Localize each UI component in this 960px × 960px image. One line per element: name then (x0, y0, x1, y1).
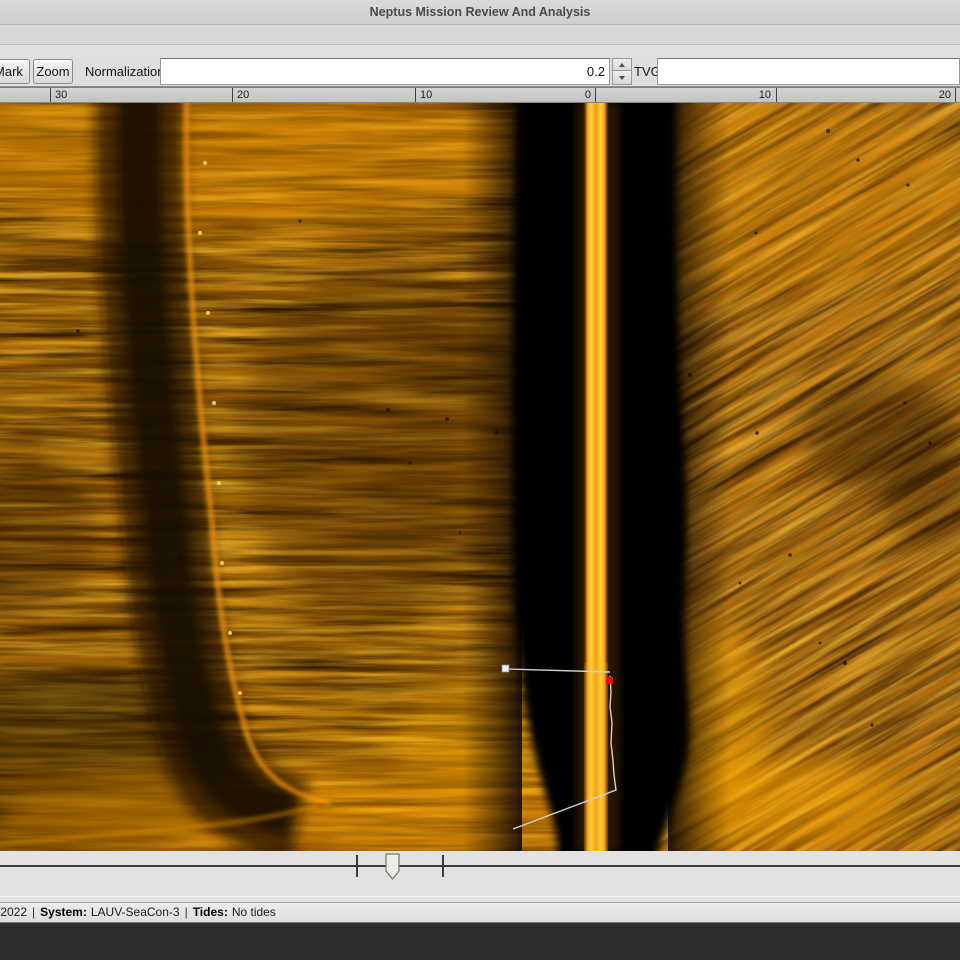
tvg-input[interactable] (657, 58, 960, 85)
spinner-down-button[interactable] (612, 71, 632, 85)
status-tides-label: Tides: (193, 905, 228, 919)
ruler-tick-label: 20 (237, 89, 249, 102)
ruler-tick (955, 88, 956, 102)
ruler-tick (232, 88, 233, 102)
nadir-line (576, 103, 620, 851)
menu-strip-lower (0, 44, 960, 57)
annotation-point-marker[interactable] (606, 677, 613, 684)
status-separator: | (185, 905, 188, 919)
ruler-tick (415, 88, 416, 102)
spinner-up-button[interactable] (612, 58, 632, 71)
ruler-tick (776, 88, 777, 102)
status-separator: | (32, 905, 35, 919)
ruler-tick-label: 0 (585, 89, 591, 102)
sonar-waterfall[interactable] (0, 103, 960, 851)
mark-button[interactable]: Mark (0, 59, 30, 84)
range-ruler: 30 20 10 0 10 20 (0, 87, 960, 103)
spinner-up-icon (619, 63, 625, 67)
window-title: Neptus Mission Review And Analysis (370, 5, 591, 19)
status-system-label: System: (40, 905, 87, 919)
ruler-tick-label: 10 (420, 89, 432, 102)
slider-track[interactable] (0, 865, 960, 867)
ruler-tick-label: 10 (759, 89, 771, 102)
ruler-tick-label: 20 (939, 89, 951, 102)
status-system-value: LAUV-SeaCon-3 (91, 905, 180, 919)
substrip-divider (0, 896, 960, 897)
status-date: /2022 (0, 905, 27, 919)
sonar-waterfall-image (0, 103, 960, 851)
status-bar: /2022 | System: LAUV-SeaCon-3 | Tides: No tide… (0, 902, 960, 923)
normalization-input[interactable] (160, 58, 610, 85)
annotation-start-marker[interactable] (502, 665, 509, 672)
desktop-background (0, 923, 960, 960)
application-window: Neptus Mission Review And Analysis Mark … (0, 0, 960, 960)
spinner-down-icon (619, 76, 625, 80)
timeline-slider (0, 851, 960, 902)
normalization-spinner (612, 58, 632, 85)
normalization-label: Normalization (85, 57, 164, 86)
menu-strip-upper (0, 25, 960, 44)
sidescan-toolbar: Mark Zoom Normalization TVG (0, 57, 960, 87)
slider-tick (442, 855, 444, 877)
slider-tick (356, 855, 358, 877)
ruler-tick (595, 88, 596, 102)
window-titlebar[interactable]: Neptus Mission Review And Analysis (0, 0, 960, 25)
ruler-tick (50, 88, 51, 102)
slider-thumb[interactable] (384, 853, 402, 881)
ruler-tick-label: 30 (55, 89, 67, 102)
zoom-button[interactable]: Zoom (33, 59, 73, 84)
status-tides-value: No tides (232, 905, 276, 919)
